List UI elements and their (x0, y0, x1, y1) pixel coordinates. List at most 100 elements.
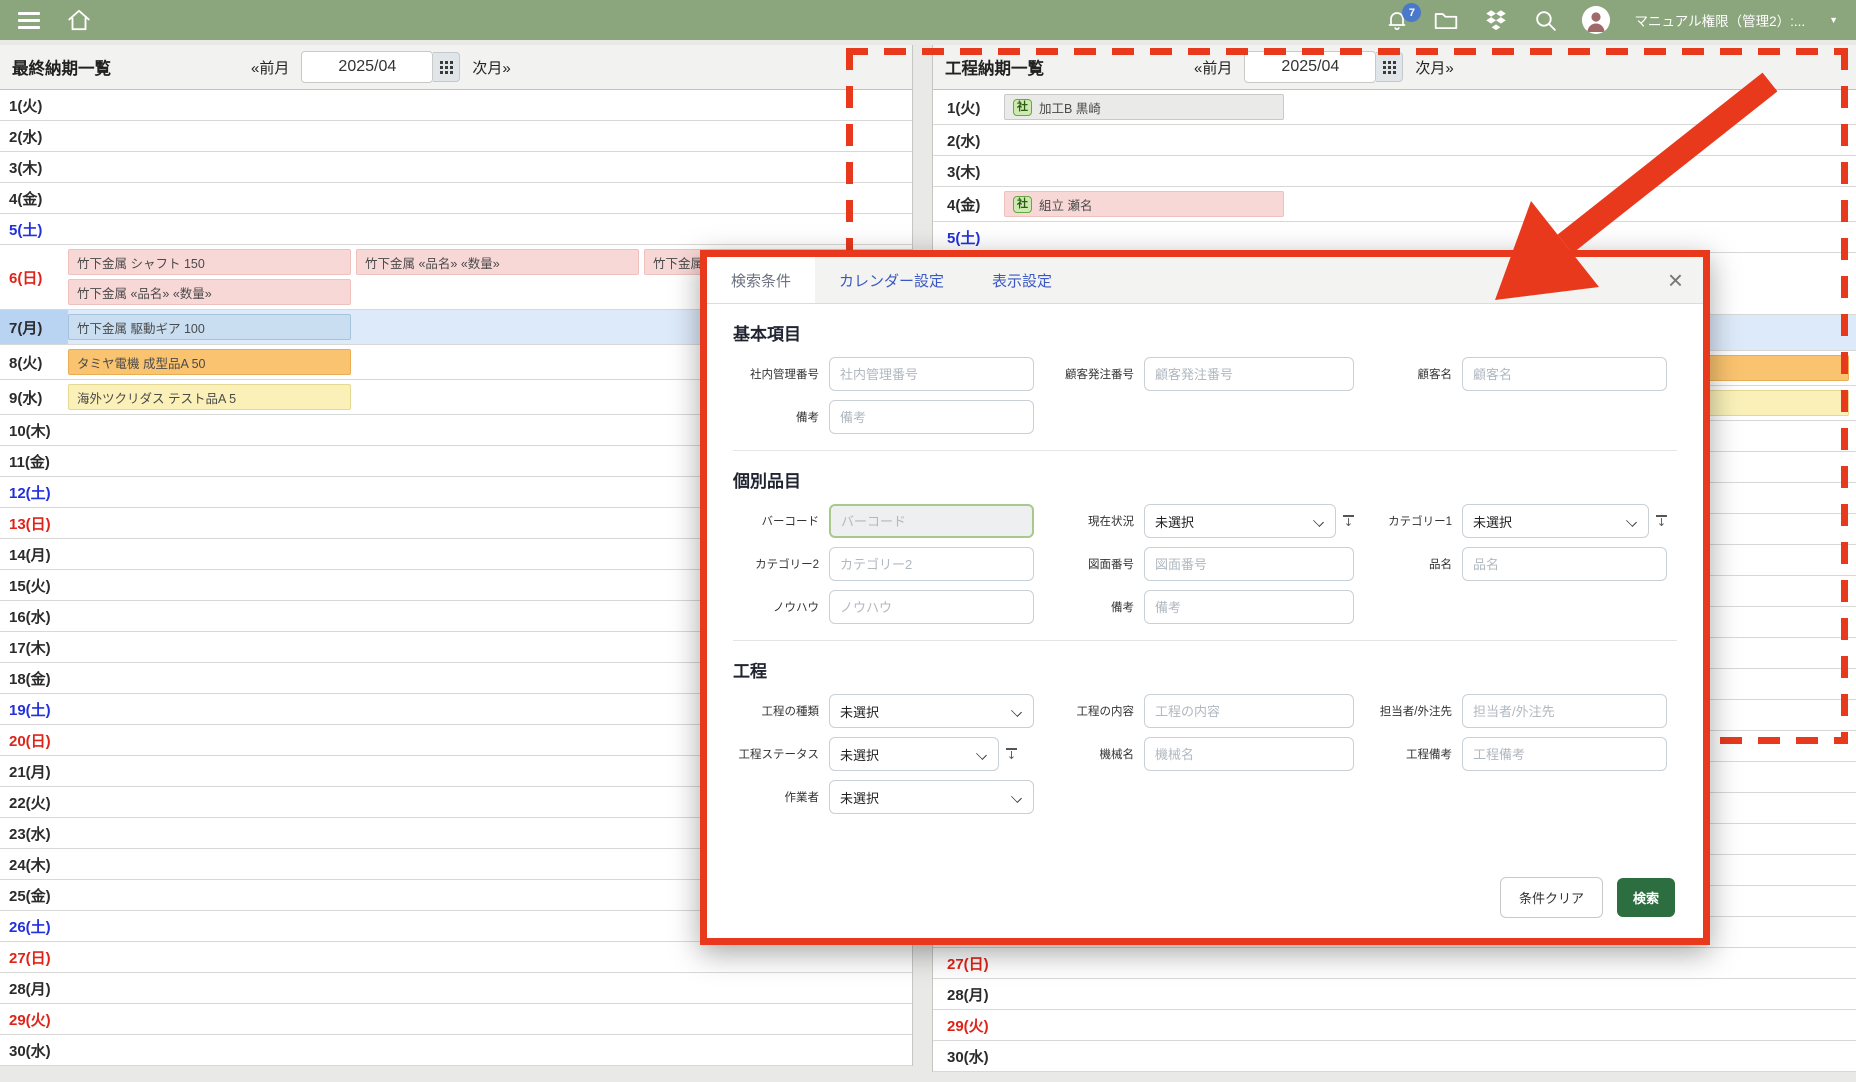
prev-month-button[interactable]: «前月 (1194, 57, 1232, 78)
process-note-input[interactable] (1462, 737, 1667, 771)
event-chip[interactable]: 社加工B 黒崎 (1004, 94, 1284, 120)
day-label: 22(火) (0, 787, 68, 817)
day-events (1004, 948, 1856, 978)
next-month-button[interactable]: 次月» (472, 57, 510, 78)
calendar-day-row[interactable]: 4(金) (0, 183, 912, 214)
day-label: 6(日) (0, 245, 68, 309)
field-label: 図面番号 (1044, 556, 1134, 572)
category2-input[interactable] (829, 547, 1034, 581)
select-value: 未選択 (1473, 512, 1512, 531)
prev-month-button[interactable]: «前月 (251, 57, 289, 78)
panel-title: 最終納期一覧 (12, 55, 111, 79)
pull-down-icon[interactable]: ↓ (1656, 515, 1667, 528)
calendar-day-row[interactable]: 3(木) (0, 152, 912, 183)
process-type-select[interactable]: 未選択 (829, 694, 1034, 728)
calendar-day-row[interactable]: 28(月) (933, 979, 1856, 1010)
day-label: 21(月) (0, 756, 68, 786)
calendar-grid-icon[interactable] (433, 52, 460, 82)
event-chip[interactable]: タミヤ電機 成型品A 50 (68, 349, 351, 375)
current-status-select[interactable]: 未選択 (1144, 504, 1336, 538)
calendar-day-row[interactable]: 30(水) (933, 1041, 1856, 1072)
close-icon[interactable]: × (1648, 257, 1703, 303)
month-input[interactable]: 2025/04 (1244, 51, 1376, 83)
day-events (1004, 125, 1856, 155)
day-label: 13(日) (0, 508, 68, 538)
calendar-day-row[interactable]: 5(土) (933, 222, 1856, 253)
home-icon[interactable] (66, 7, 92, 33)
calendar-day-row[interactable]: 28(月) (0, 973, 912, 1004)
item-name-input[interactable] (1462, 547, 1667, 581)
calendar-day-row[interactable]: 1(火) (0, 90, 912, 121)
day-label: 17(木) (0, 632, 68, 662)
folder-icon[interactable] (1433, 8, 1459, 32)
calendar-day-row[interactable]: 4(金)社組立 瀬名 (933, 187, 1856, 222)
drawing-no-input[interactable] (1144, 547, 1354, 581)
next-month-button[interactable]: 次月» (1415, 57, 1453, 78)
tab-calendar-settings[interactable]: カレンダー設定 (815, 257, 968, 303)
basic-note-input[interactable] (829, 400, 1034, 434)
process-status-select[interactable]: 未選択 (829, 737, 999, 771)
event-chip[interactable]: 竹下金属 駆動ギア 100 (68, 314, 351, 340)
clear-conditions-button[interactable]: 条件クリア (1500, 877, 1603, 918)
calendar-day-row[interactable]: 30(水) (0, 1035, 912, 1066)
calendar-day-row[interactable]: 29(火) (0, 1004, 912, 1035)
calendar-day-row[interactable]: 29(火) (933, 1010, 1856, 1041)
calendar-day-row[interactable]: 2(水) (933, 125, 1856, 156)
category1-select[interactable]: 未選択 (1462, 504, 1649, 538)
month-input[interactable]: 2025/04 (301, 51, 433, 83)
knowhow-input[interactable] (829, 590, 1034, 624)
search-button[interactable]: 検索 (1617, 878, 1675, 917)
assignee-input[interactable] (1462, 694, 1667, 728)
customer-name-input[interactable] (1462, 357, 1667, 391)
day-events (68, 973, 912, 1003)
event-chip[interactable]: 竹下金属 «品名» «数量» (356, 249, 639, 275)
calendar-day-row[interactable]: 27(日) (933, 948, 1856, 979)
final-deadline-header: 最終納期一覧 «前月 2025/04 次月» (0, 45, 912, 90)
event-chip[interactable]: 海外ツクリダス テスト品A 5 (68, 384, 351, 410)
pull-down-icon[interactable]: ↓ (1343, 515, 1354, 528)
calendar-day-row[interactable]: 1(火)社加工B 黒崎 (933, 90, 1856, 125)
section-heading-basic: 基本項目 (733, 320, 1677, 345)
pull-down-icon[interactable]: ↓ (1006, 748, 1017, 761)
event-chip[interactable]: 竹下金属 «品名» «数量» (68, 279, 351, 305)
event-chip[interactable]: 竹下金属 シャフト 150 (68, 249, 351, 275)
field-label: 作業者 (733, 789, 819, 805)
notification-badge: 7 (1402, 3, 1421, 22)
dropbox-icon[interactable] (1483, 7, 1509, 33)
header-right-cluster: 7 (1385, 6, 1838, 34)
day-label: 19(土) (0, 694, 68, 724)
event-chip-label: 海外ツクリダス テスト品A 5 (77, 388, 236, 407)
caret-down-icon[interactable]: ▼ (1829, 15, 1838, 25)
item-note-input[interactable] (1144, 590, 1354, 624)
bell-icon[interactable]: 7 (1385, 8, 1409, 32)
day-events (68, 90, 912, 120)
section-divider (733, 640, 1677, 641)
field-label: カテゴリー1 (1364, 513, 1452, 529)
day-label: 3(木) (0, 152, 68, 182)
event-chip[interactable]: 社組立 瀬名 (1004, 191, 1284, 217)
tab-search-conditions[interactable]: 検索条件 (707, 257, 815, 303)
event-chip-label: 竹下金属 駆動ギア 100 (77, 318, 205, 337)
calendar-day-row[interactable]: 27(日) (0, 942, 912, 973)
internal-no-input[interactable] (829, 357, 1034, 391)
avatar[interactable] (1582, 6, 1610, 34)
machine-name-input[interactable] (1144, 737, 1354, 771)
tab-display-settings[interactable]: 表示設定 (968, 257, 1076, 303)
field-label: 顧客発注番号 (1044, 366, 1134, 382)
user-name-label[interactable]: マニュアル権限（管理2）:... (1634, 10, 1805, 30)
day-events: 社組立 瀬名 (1004, 187, 1856, 221)
barcode-input[interactable] (829, 504, 1034, 538)
process-deadline-header: 工程納期一覧 «前月 2025/04 次月» (933, 45, 1856, 90)
worker-select[interactable]: 未選択 (829, 780, 1034, 814)
search-icon[interactable] (1533, 8, 1558, 33)
calendar-day-row[interactable]: 5(土) (0, 214, 912, 245)
process-detail-input[interactable] (1144, 694, 1354, 728)
day-label: 27(日) (0, 942, 68, 972)
menu-icon[interactable] (18, 12, 40, 29)
field-label: 機械名 (1044, 746, 1134, 762)
calendar-grid-icon[interactable] (1376, 52, 1403, 82)
customer-order-no-input[interactable] (1144, 357, 1354, 391)
day-label: 30(水) (933, 1041, 1004, 1071)
calendar-day-row[interactable]: 2(水) (0, 121, 912, 152)
calendar-day-row[interactable]: 3(木) (933, 156, 1856, 187)
